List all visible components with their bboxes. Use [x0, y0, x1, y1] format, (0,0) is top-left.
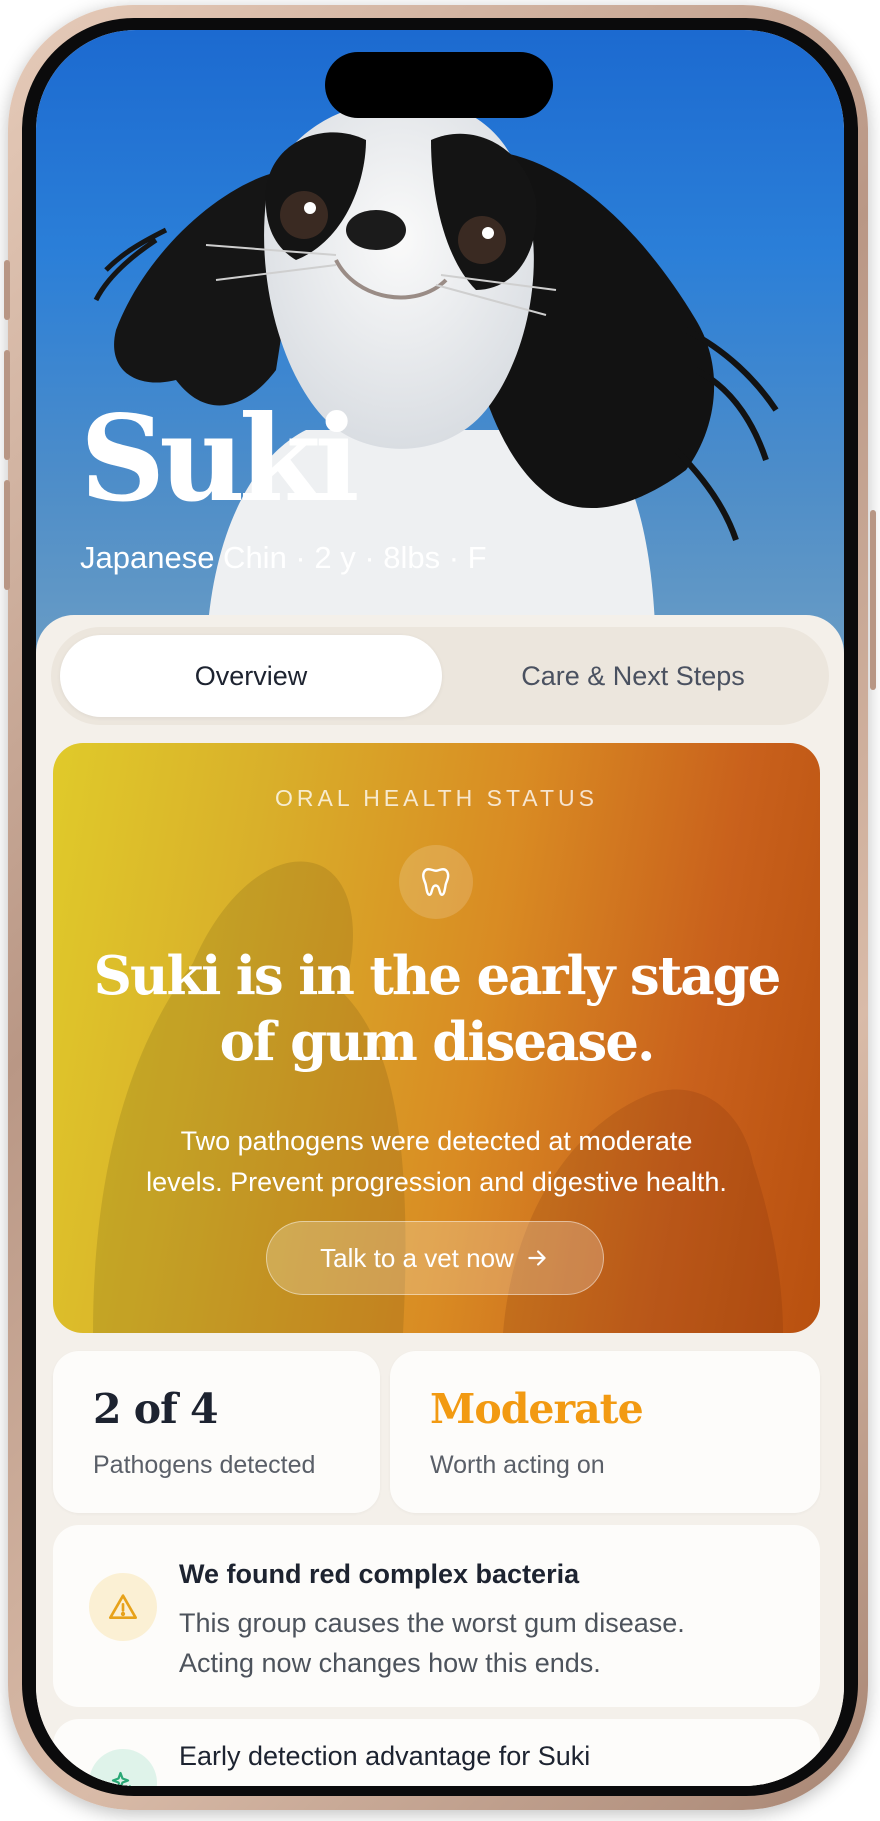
content-sheet: Overview Care & Next Steps ORAL HEALTH S… [36, 615, 844, 1786]
talk-to-vet-button[interactable]: Talk to a vet now [266, 1221, 604, 1295]
pathogens-caption: Pathogens detected [93, 1451, 316, 1479]
app-screen: Suki Japanese Chin · 2 y · 8lbs · F Over… [36, 30, 844, 1786]
red-complex-alert-card[interactable]: We found red complex bacteria This group… [53, 1525, 820, 1707]
sparkle-icon [89, 1749, 157, 1786]
pet-hero: Suki Japanese Chin · 2 y · 8lbs · F [36, 30, 844, 670]
oral-health-status-card: ORAL HEALTH STATUS Suki is in the early … [53, 743, 820, 1333]
pet-name: Suki [80, 389, 360, 528]
description-line-2: levels. Prevent progression and digestiv… [146, 1167, 727, 1197]
arrow-right-icon [528, 1250, 546, 1266]
early-detection-card[interactable]: Early detection advantage for Suki [53, 1719, 820, 1786]
status-headline: Suki is in the early stage of gum diseas… [73, 943, 800, 1075]
power-button [870, 510, 876, 690]
status-description: Two pathogens were detected at moderate … [83, 1121, 790, 1203]
severity-stat-card[interactable]: Moderate Worth acting on [390, 1351, 820, 1513]
severity-value: Moderate [430, 1385, 644, 1433]
alert-title: We found red complex bacteria [179, 1559, 580, 1589]
pathogens-stat-card[interactable]: 2 of 4 Pathogens detected [53, 1351, 380, 1513]
headline-line-1: Suki is in the early stage [93, 945, 782, 1007]
dynamic-island [325, 52, 553, 118]
pathogens-count: 2 of 4 [93, 1385, 219, 1433]
alert-body-line-1: This group causes the worst gum disease. [179, 1608, 685, 1638]
tab-overview[interactable]: Overview [60, 635, 442, 717]
warning-icon [89, 1573, 157, 1641]
pet-details: Japanese Chin · 2 y · 8lbs · F [80, 540, 487, 575]
talk-to-vet-label: Talk to a vet now [320, 1242, 514, 1273]
early-detection-title: Early detection advantage for Suki [179, 1741, 591, 1771]
tooth-icon [399, 845, 473, 919]
description-line-1: Two pathogens were detected at moderate [180, 1126, 693, 1156]
status-label: ORAL HEALTH STATUS [275, 785, 598, 811]
volume-up-button [4, 350, 10, 460]
tab-bar: Overview Care & Next Steps [51, 627, 829, 725]
alert-body: This group causes the worst gum disease.… [179, 1603, 799, 1683]
volume-down-button [4, 480, 10, 590]
tab-care-next-steps[interactable]: Care & Next Steps [447, 635, 819, 717]
alert-body-line-2: Acting now changes how this ends. [179, 1648, 601, 1678]
action-button [4, 260, 10, 320]
headline-line-2: of gum disease. [219, 1011, 656, 1073]
severity-caption: Worth acting on [430, 1451, 605, 1479]
